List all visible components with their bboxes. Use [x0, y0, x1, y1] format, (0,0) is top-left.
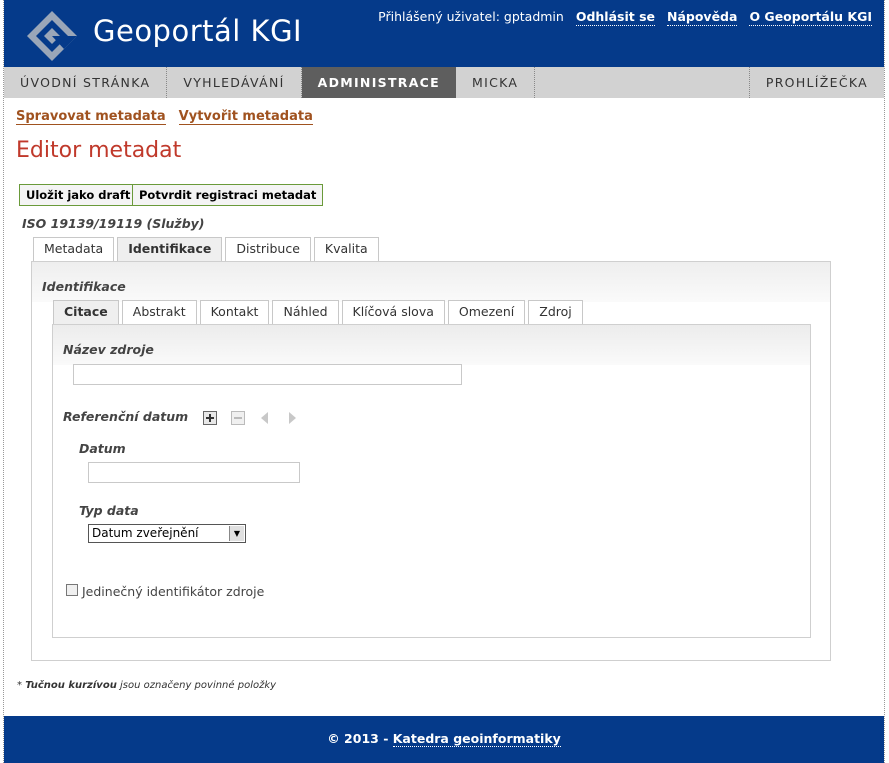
nav-item-admin[interactable]: ADMINISTRACE	[301, 67, 456, 98]
logged-user-text: Přihlášený uživatel: gptadmin	[378, 9, 564, 24]
required-fields-note: * Tučnou kurzívou jsou označeny povinné …	[17, 680, 276, 691]
resource-name-input[interactable]	[73, 364, 462, 385]
confirm-registration-button[interactable]: Potvrdit registraci metadat	[132, 184, 324, 206]
site-footer: © 2013 - Katedra geoinformatiky	[4, 716, 884, 763]
tab-preview[interactable]: Náhled	[272, 300, 339, 324]
tab-identification[interactable]: Identifikace	[117, 237, 223, 261]
date-type-label: Typ data	[79, 503, 139, 518]
copyright-text: © 2013 -	[327, 731, 389, 746]
geoportal-logo-icon[interactable]	[26, 10, 78, 62]
tab-source[interactable]: Zdroj	[528, 300, 583, 324]
page-title: Editor metadat	[16, 138, 182, 163]
tab-metadata[interactable]: Metadata	[33, 237, 115, 261]
dropdown-arrow-icon[interactable]: ▼	[229, 526, 244, 541]
date-type-select[interactable]: Datum zveřejnění ▼	[88, 524, 246, 543]
tab-quality[interactable]: Kvalita	[313, 237, 379, 261]
footnote-rest: jsou označeny povinné položky	[120, 680, 277, 691]
footnote-star: *	[17, 680, 22, 691]
nav-item-micka[interactable]: MICKA	[456, 67, 536, 98]
help-link[interactable]: Nápověda	[667, 9, 738, 26]
nav-item-home[interactable]: ÚVODNÍ STRÁNKA	[4, 67, 168, 98]
metadata-standard-label: ISO 19139/19119 (Služby)	[22, 216, 205, 231]
site-title[interactable]: Geoportál KGI	[93, 14, 302, 48]
section-label: Identifikace	[42, 279, 126, 294]
date-label: Datum	[79, 441, 126, 456]
panel-header-bg	[32, 262, 830, 302]
department-link[interactable]: Katedra geoinformatiky	[392, 731, 561, 747]
user-bar: Přihlášený uživatel: gptadmin Odhlásit s…	[378, 9, 872, 26]
footnote-bold: Tučnou kurzívou	[25, 680, 117, 691]
add-item-icon[interactable]	[203, 411, 217, 425]
create-metadata-link[interactable]: Vytvořit metadata	[178, 109, 313, 125]
previous-item-icon[interactable]	[258, 411, 272, 425]
tab-citation[interactable]: Citace	[53, 300, 119, 324]
date-input[interactable]	[88, 462, 300, 483]
tab-distribution[interactable]: Distribuce	[225, 237, 311, 261]
tab-keywords[interactable]: Klíčová slova	[341, 300, 445, 324]
tab-constraints[interactable]: Omezení	[447, 300, 526, 324]
sub-links: Spravovat metadata Vytvořit metadata	[16, 109, 313, 125]
site-header: Geoportál KGI Přihlášený uživatel: gptad…	[4, 0, 884, 67]
unique-id-label: Jedinečný identifikátor zdroje	[82, 584, 265, 599]
manage-metadata-link[interactable]: Spravovat metadata	[16, 109, 166, 125]
date-type-value: Datum zveřejnění	[92, 526, 199, 540]
tab-abstract[interactable]: Abstrakt	[121, 300, 197, 324]
tab-contact[interactable]: Kontakt	[199, 300, 270, 324]
remove-item-icon[interactable]	[231, 411, 245, 425]
main-nav: ÚVODNÍ STRÁNKA VYHLEDÁVÁNÍ ADMINISTRACE …	[4, 67, 884, 98]
reference-date-label: Referenční datum	[63, 409, 189, 424]
about-link[interactable]: O Geoportálu KGI	[749, 9, 872, 26]
nav-item-viewer[interactable]: PROHLÍŽEČKA	[748, 67, 884, 98]
main-tabs: Metadata Identifikace Distribuce Kvalita	[33, 237, 379, 261]
save-draft-button[interactable]: Uložit jako draft	[19, 184, 138, 206]
nav-item-search[interactable]: VYHLEDÁVÁNÍ	[167, 67, 302, 98]
sub-tabs: Citace Abstrakt Kontakt Náhled Klíčová s…	[53, 300, 583, 324]
unique-id-checkbox[interactable]	[66, 584, 78, 596]
logout-link[interactable]: Odhlásit se	[575, 9, 655, 26]
next-item-icon[interactable]	[285, 411, 299, 425]
inner-panel-header-bg	[53, 325, 810, 365]
resource-name-label: Název zdroje	[63, 342, 154, 357]
